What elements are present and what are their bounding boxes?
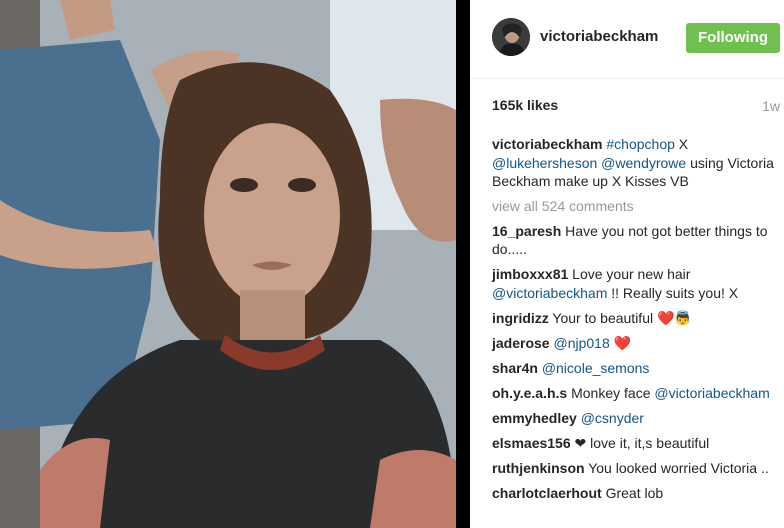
profile-avatar[interactable] bbox=[492, 18, 530, 56]
comment-username[interactable]: elsmaes156 bbox=[492, 435, 571, 451]
caption: victoriabeckham #chopchop X @lukehershes… bbox=[492, 135, 782, 191]
comment-username[interactable]: oh.y.e.a.h.s bbox=[492, 385, 567, 401]
comment: 16_paresh Have you not got better things… bbox=[492, 222, 782, 259]
view-all-comments-link[interactable]: view all 524 comments bbox=[492, 197, 782, 216]
mention-link[interactable]: @csnyder bbox=[581, 410, 644, 426]
mention-link[interactable]: @victoriabeckham bbox=[492, 285, 607, 301]
comment-username[interactable]: ruthjenkinson bbox=[492, 460, 585, 476]
comment: ingridizz Your to beautiful ❤️👼 bbox=[492, 309, 782, 328]
post-sidebar: victoriabeckham Following 165k likes 1w … bbox=[470, 0, 784, 528]
post-username[interactable]: victoriabeckham bbox=[540, 28, 658, 45]
photo-illustration bbox=[0, 0, 456, 528]
mention-link[interactable]: @lukehersheson bbox=[492, 155, 597, 171]
comment: shar4n @nicole_semons bbox=[492, 359, 782, 378]
comment-text: Your to beautiful bbox=[548, 309, 657, 326]
caption-username[interactable]: victoriabeckham bbox=[492, 136, 603, 152]
hashtag-link[interactable]: #chopchop bbox=[606, 136, 675, 152]
comment-username[interactable]: jimboxxx81 bbox=[492, 266, 568, 282]
comment: jaderose @njp018 ❤️ bbox=[492, 334, 782, 353]
comment-emoji: ❤️👼 bbox=[656, 309, 692, 326]
comment-text: ❤ love it, it,s beautiful bbox=[570, 434, 710, 451]
caption-text: X bbox=[674, 136, 689, 152]
post-timestamp[interactable]: 1w bbox=[762, 98, 780, 114]
photo-divider bbox=[456, 0, 470, 528]
comment-username[interactable]: jaderose bbox=[492, 335, 550, 351]
comment-username[interactable]: 16_paresh bbox=[492, 223, 561, 239]
comment-text: Love your new hair bbox=[568, 266, 691, 282]
comment-username[interactable]: shar4n bbox=[492, 360, 538, 376]
comment: ruthjenkinson You looked worried Victori… bbox=[492, 459, 782, 478]
likes-count[interactable]: 165k likes bbox=[492, 97, 558, 113]
post-photo[interactable] bbox=[0, 0, 456, 528]
comment-text: Great lob bbox=[601, 484, 664, 501]
comment: jimboxxx81 Love your new hair @victoriab… bbox=[492, 265, 782, 302]
comment-username[interactable]: ingridizz bbox=[492, 310, 549, 326]
mention-link[interactable]: @nicole_semons bbox=[542, 360, 650, 376]
comment-text: You looked worried Victoria .. bbox=[584, 459, 769, 476]
post-header: victoriabeckham Following bbox=[470, 0, 784, 79]
comment: elsmaes156 ❤ love it, it,s beautiful bbox=[492, 434, 782, 453]
mention-link[interactable]: @victoriabeckham bbox=[654, 385, 769, 401]
mention-link[interactable]: @wendyrowe bbox=[601, 155, 686, 171]
following-button[interactable]: Following bbox=[686, 23, 780, 53]
comment-text: !! Really suits you! X bbox=[607, 284, 739, 301]
comment: oh.y.e.a.h.s Monkey face @victoriabeckha… bbox=[492, 384, 782, 403]
comment-text: Monkey face bbox=[567, 384, 655, 401]
comment: charlotclaerhout Great lob bbox=[492, 484, 782, 503]
mention-link[interactable]: @njp018 bbox=[553, 335, 609, 351]
avatar-icon bbox=[492, 18, 530, 56]
comment-username[interactable]: emmyhedley bbox=[492, 410, 577, 426]
comment-username[interactable]: charlotclaerhout bbox=[492, 485, 602, 501]
comments-list: victoriabeckham #chopchop X @lukehershes… bbox=[492, 135, 782, 509]
comment-emoji: ❤️ bbox=[609, 334, 632, 351]
comment: emmyhedley @csnyder bbox=[492, 409, 782, 428]
